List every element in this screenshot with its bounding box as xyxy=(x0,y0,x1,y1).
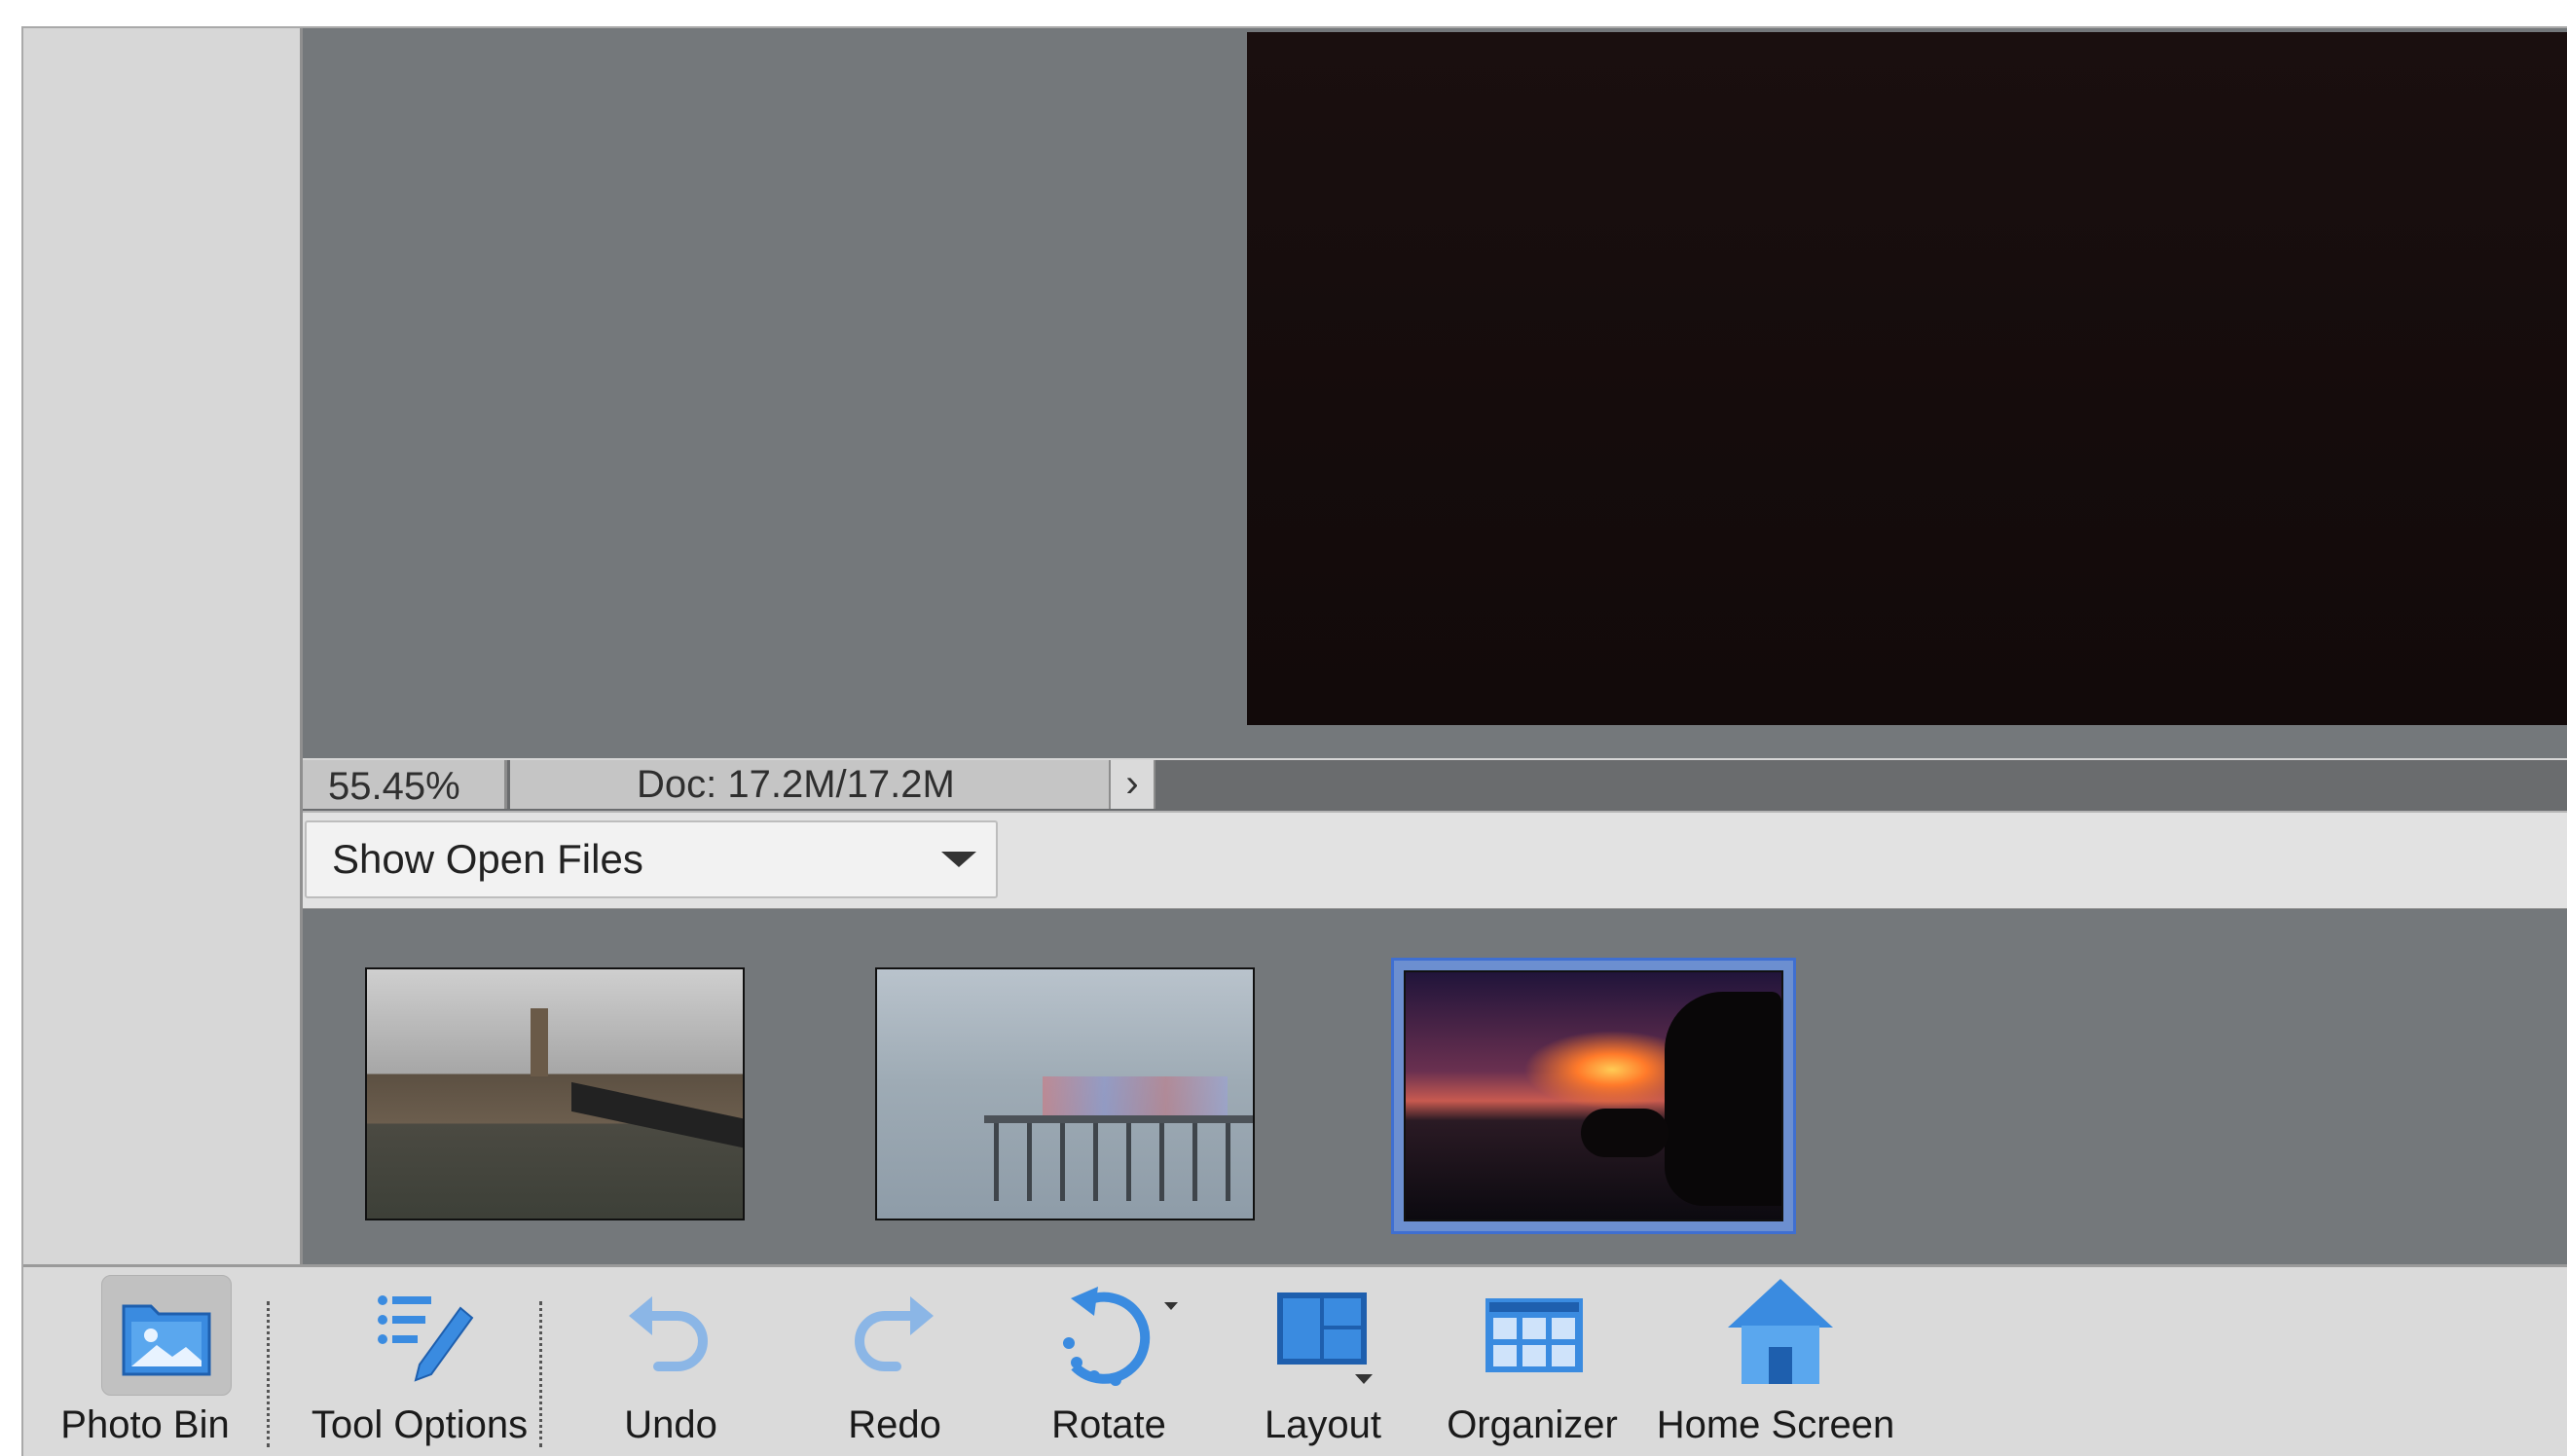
organizer-button[interactable]: Organizer xyxy=(1430,1267,1634,1456)
photo-bin-thumbnails xyxy=(303,909,2567,1264)
document-image[interactable] xyxy=(1247,32,2567,725)
undo-label: Undo xyxy=(624,1403,717,1446)
thumbnail-detail xyxy=(1581,1109,1669,1157)
zoom-level[interactable]: 55.45% xyxy=(303,760,507,809)
doc-size-info: Doc: 17.2M/17.2M xyxy=(510,760,1109,809)
canvas-area[interactable] xyxy=(303,28,2567,758)
thumbnail-selected-frame[interactable] xyxy=(1391,958,1796,1234)
thumbnail-foggy-pier[interactable] xyxy=(875,967,1255,1220)
photo-bin-header: Show Open Files xyxy=(303,811,2567,911)
thumbnail-detail xyxy=(1665,992,1781,1206)
rotate-icon xyxy=(1063,1287,1178,1386)
organizer-label: Organizer xyxy=(1447,1403,1618,1446)
chevron-down-icon xyxy=(941,852,976,867)
tool-options-icon xyxy=(378,1295,474,1382)
thumbnail-detail xyxy=(994,1123,1253,1201)
redo-button[interactable]: Redo xyxy=(812,1267,977,1456)
left-panel xyxy=(23,28,303,1264)
thumbnail-detail xyxy=(571,1081,743,1149)
photo-bin-button[interactable]: Photo Bin xyxy=(43,1267,247,1456)
toolbar-separator xyxy=(539,1301,542,1447)
dropdown-label: Show Open Files xyxy=(332,836,643,882)
thumbnail-harbor[interactable] xyxy=(365,967,745,1220)
tool-options-button[interactable]: Tool Options xyxy=(278,1267,561,1456)
photo-bin-icon xyxy=(122,1304,211,1376)
editor-window: 55.45% Doc: 17.2M/17.2M › Show Open File… xyxy=(21,26,2567,1456)
redo-icon xyxy=(855,1296,934,1371)
bottom-taskbar: Photo Bin Tool Options Undo Redo Rotate … xyxy=(23,1264,2567,1456)
thumbnail-sunset[interactable] xyxy=(1404,970,1783,1221)
home-screen-button[interactable]: Home Screen xyxy=(1639,1267,1912,1456)
thumbnail-detail xyxy=(531,1008,548,1076)
layout-button[interactable]: Layout xyxy=(1230,1267,1415,1456)
organizer-icon xyxy=(1485,1298,1583,1372)
home-icon xyxy=(1728,1279,1833,1384)
toolbar-separator xyxy=(267,1301,270,1447)
redo-label: Redo xyxy=(848,1403,941,1446)
undo-button[interactable]: Undo xyxy=(588,1267,753,1456)
layout-label: Layout xyxy=(1264,1403,1382,1446)
thumbnail-detail xyxy=(984,1115,1253,1123)
undo-icon xyxy=(629,1296,708,1371)
thumbnail-detail xyxy=(1043,1076,1228,1115)
photo-bin-label: Photo Bin xyxy=(60,1403,230,1446)
rotate-label: Rotate xyxy=(1051,1403,1166,1446)
home-screen-label: Home Screen xyxy=(1656,1403,1895,1446)
layout-icon xyxy=(1277,1292,1373,1384)
status-bar: 55.45% Doc: 17.2M/17.2M › xyxy=(303,760,2567,811)
show-files-dropdown[interactable]: Show Open Files xyxy=(305,820,998,898)
rotate-button[interactable]: Rotate xyxy=(1016,1267,1201,1456)
tool-options-label: Tool Options xyxy=(311,1403,529,1446)
status-menu-arrow-icon[interactable]: › xyxy=(1109,760,1155,809)
